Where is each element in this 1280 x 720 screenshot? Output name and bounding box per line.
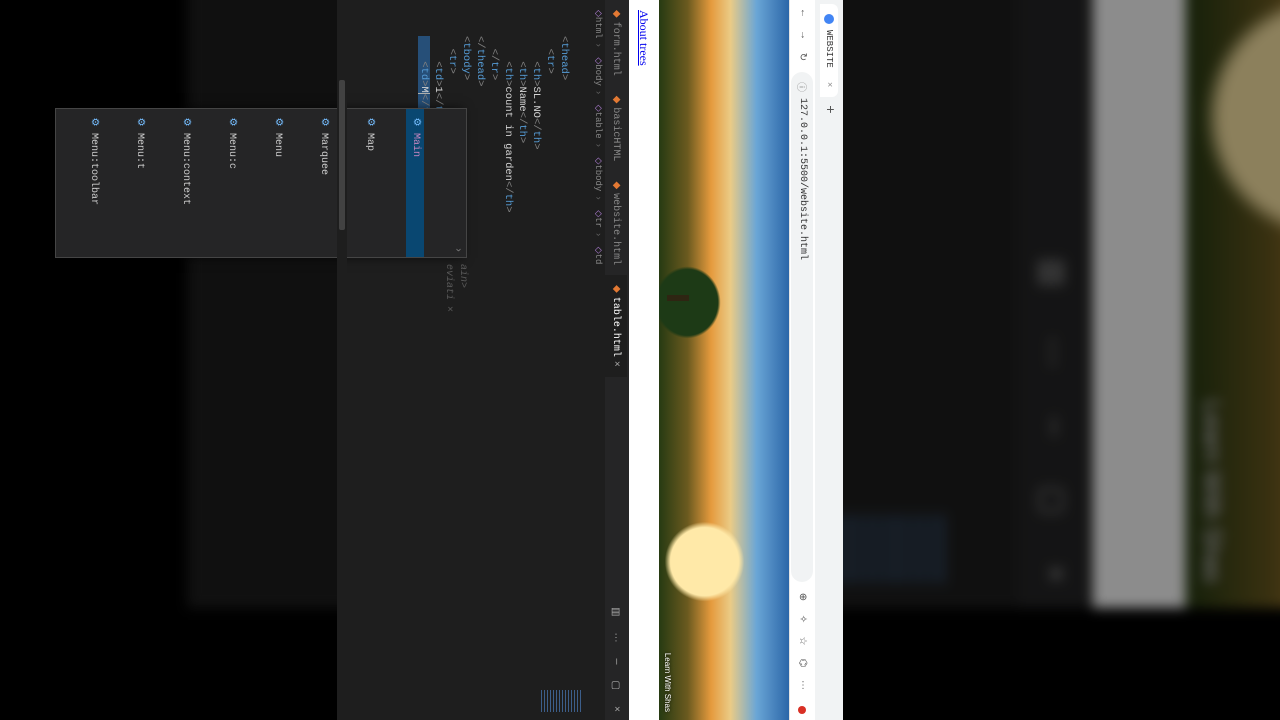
editor-tab[interactable]: ◆basicHTML <box>605 86 627 172</box>
editor-tab-active[interactable]: ◆table.html× <box>605 275 627 377</box>
minimize-icon[interactable]: — <box>1018 393 1080 461</box>
horizontal-scrollbar[interactable] <box>337 0 347 720</box>
tab-title: WEBSITE <box>824 30 834 68</box>
recording-indicator <box>799 706 807 714</box>
code-area[interactable]: <thead> <tr> <th>SL.NO</th> <th>Name</th… <box>347 34 587 684</box>
new-tab-button[interactable]: + <box>821 97 837 121</box>
close-icon[interactable]: × <box>1018 540 1080 608</box>
copilot-icon[interactable]: ✧ <box>797 612 809 626</box>
forward-icon[interactable]: → <box>797 28 808 42</box>
breadcrumbs[interactable]: ◇html› ◇body› ◇table› ◇tbody› ◇tr› ◇td <box>587 0 605 720</box>
maximize-icon[interactable]: ▢ <box>1018 461 1080 540</box>
image-credit: Learn With Shas <box>1198 400 1226 583</box>
ghost-text: ain>eviati × <box>441 264 469 312</box>
address-bar[interactable]: ⓘ 127.0.0.1:5500/website.html <box>792 72 814 582</box>
ac-item[interactable]: ⚙Menu:toolbar <box>84 109 102 257</box>
hero-image: Learn With Shas <box>659 0 789 720</box>
zoom-icon[interactable]: ⊕ <box>797 590 809 604</box>
ac-item[interactable]: ⚙Marquee <box>314 109 332 257</box>
ac-item[interactable]: ⚙Menu:context <box>176 109 194 257</box>
reload-icon[interactable]: ↻ <box>797 50 809 64</box>
image-credit: Learn With Shas <box>663 653 672 712</box>
menu-icon[interactable]: ⋯ <box>797 678 809 692</box>
ac-item-selected[interactable]: ⚙Main <box>406 109 424 257</box>
back-icon[interactable]: ← <box>797 6 808 20</box>
more-icon[interactable]: ⋯ <box>605 625 625 651</box>
site-info-icon[interactable]: ⓘ <box>795 82 811 92</box>
ac-item[interactable]: ⚙Menu <box>268 109 286 257</box>
breadcrumbs[interactable]: ◇html› ◇body› ◇table› ◇tbody› ◇tr› ◇td <box>962 0 1018 608</box>
close-icon[interactable]: × <box>605 698 625 720</box>
close-icon[interactable]: × <box>824 82 834 87</box>
editor-tab[interactable]: ◆website.html <box>605 171 627 275</box>
favorite-icon[interactable]: ☆ <box>797 634 809 648</box>
split-editor-icon[interactable]: ▥ <box>605 599 625 624</box>
maximize-icon[interactable]: ▢ <box>605 673 625 698</box>
url-text: 127.0.0.1:5500/website.html <box>797 98 808 260</box>
editor-tab[interactable]: ◆form.html <box>605 0 627 86</box>
chevron-right-icon[interactable]: › <box>450 247 464 253</box>
close-icon[interactable]: × <box>611 361 622 367</box>
split-editor-icon[interactable]: ▥ <box>1018 233 1080 312</box>
horizontal-scrollbar[interactable] <box>187 0 218 608</box>
ac-item[interactable]: ⚙Map <box>360 109 378 257</box>
ac-item[interactable]: ⚙Menu:c <box>222 109 240 257</box>
about-trees-link[interactable]: About trees <box>637 10 651 66</box>
hero-image: Learn With Shas <box>1186 0 1280 608</box>
autocomplete-popup[interactable]: › ⚙Main ⚙Map ⚙Marquee ⚙Menu ⚙Menu:c ⚙Men… <box>55 108 467 258</box>
editor-tabstrip: ◆form.html ◆basicHTML ◆website.html ◆tab… <box>1018 0 1092 608</box>
minimap[interactable] <box>347 684 587 720</box>
line-gutter <box>347 0 587 34</box>
minimize-icon[interactable]: — <box>605 651 625 673</box>
browser-tab[interactable]: WEBSITE × <box>820 4 838 97</box>
extensions-icon[interactable]: ⌬ <box>797 656 809 670</box>
ac-item[interactable]: ⚙Menu:t <box>130 109 148 257</box>
favicon <box>824 14 834 24</box>
more-icon[interactable]: ⋯ <box>1018 312 1080 393</box>
editor-tabstrip: ◆form.html ◆basicHTML ◆website.html ◆tab… <box>605 0 629 720</box>
